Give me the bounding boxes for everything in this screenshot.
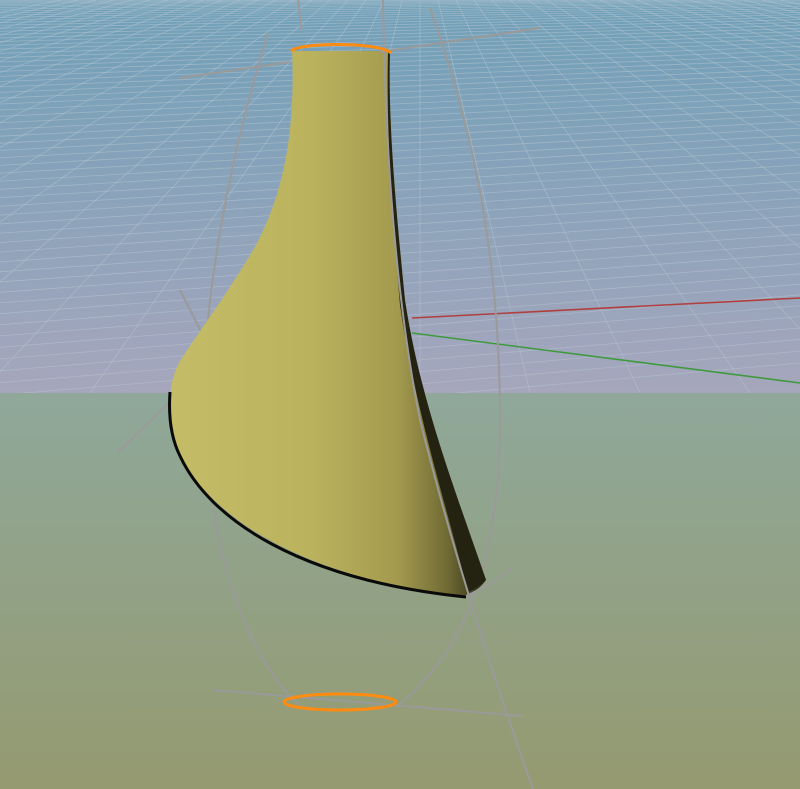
3d-viewport[interactable] [0, 0, 800, 789]
viewport-scene[interactable] [0, 0, 800, 789]
